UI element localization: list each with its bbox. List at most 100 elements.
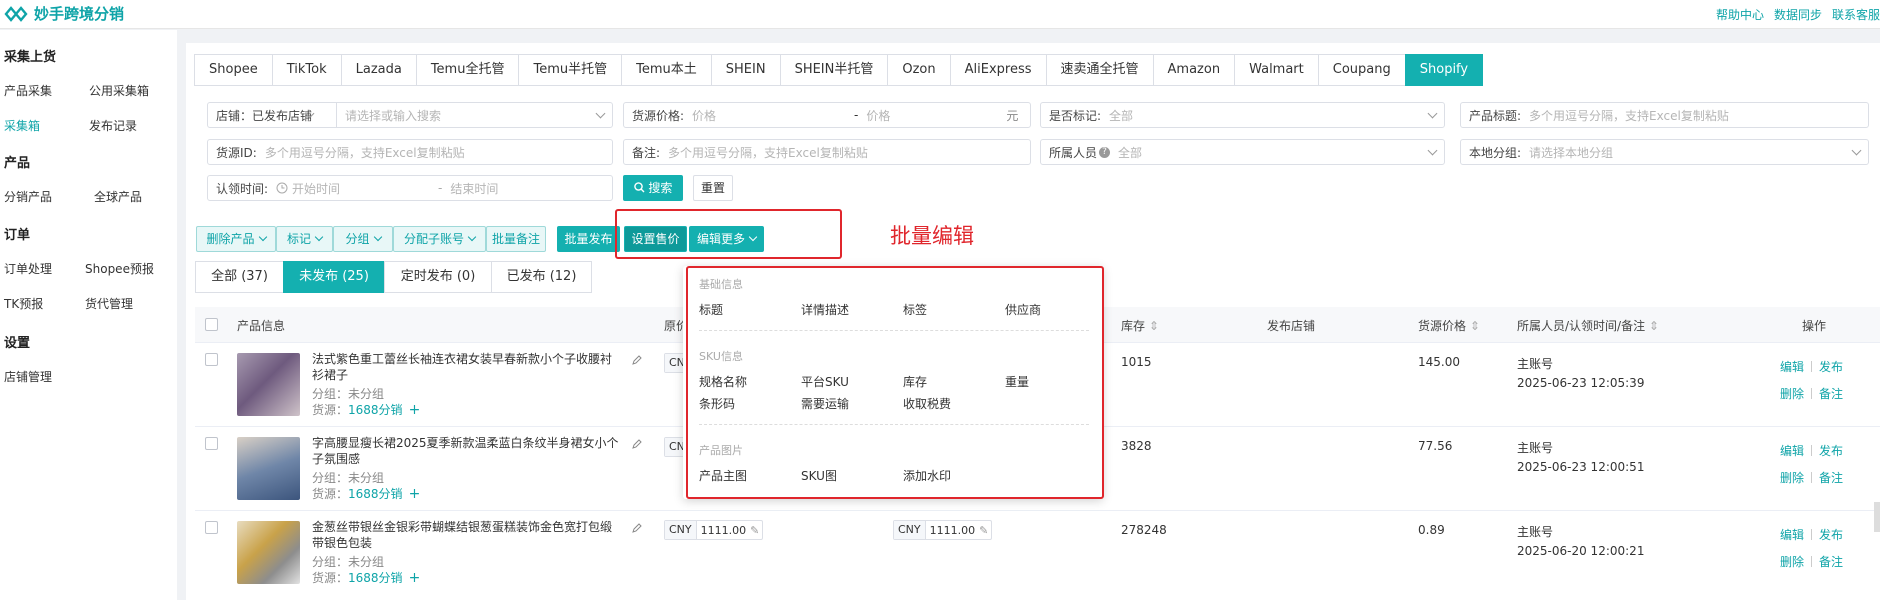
plus-icon[interactable]: + xyxy=(409,486,421,502)
price-input[interactable]: CNY 1111.00 ✎ xyxy=(664,520,764,540)
reset-button[interactable]: 重置 xyxy=(693,175,733,201)
source-link[interactable]: 1688分销 xyxy=(348,571,403,585)
publish-link[interactable]: 发布 xyxy=(1819,526,1843,543)
help-center-link[interactable]: 帮助中心 xyxy=(1716,6,1764,23)
product-thumbnail[interactable] xyxy=(237,437,300,500)
product-title[interactable]: 法式紫色重工蕾丝长袖连衣裙女装早春新款小个子收腰衬衫裙子 xyxy=(312,351,622,383)
publish-link[interactable]: 发布 xyxy=(1819,358,1843,375)
remark-link[interactable]: 备注 xyxy=(1819,385,1843,402)
batch-publish-button[interactable]: 批量发布 xyxy=(557,226,620,252)
edit-link[interactable]: 编辑 xyxy=(1780,442,1804,459)
pencil-icon[interactable] xyxy=(632,355,642,365)
tab-ozon[interactable]: Ozon xyxy=(887,54,951,86)
price-unit: 元 xyxy=(1006,108,1019,123)
tab-temu-local[interactable]: Temu本土 xyxy=(621,54,712,86)
assign-subaccount-button[interactable]: 分配子账号 xyxy=(393,226,486,252)
header-source-price[interactable]: 货源价格 ⇕ xyxy=(1418,317,1480,334)
store-select[interactable]: 店铺：已发布店铺 请选择或输入搜索 xyxy=(207,102,613,128)
status-tab-unpublished[interactable]: 未发布 (25) xyxy=(283,261,385,293)
sidebar-item-forwarder[interactable]: 货代管理 xyxy=(85,295,133,312)
remark-input[interactable]: 备注: 多个用逗号分隔，支持Excel复制粘贴 xyxy=(623,139,1031,165)
marked-label: 是否标记: xyxy=(1049,108,1102,123)
sidebar-item-order-process[interactable]: 订单处理 xyxy=(4,260,52,277)
edit-link[interactable]: 编辑 xyxy=(1780,526,1804,543)
row-checkbox[interactable] xyxy=(205,437,218,450)
product-title[interactable]: 字高腰显瘦长裙2025夏季新款温柔蓝白条纹半身裙女小个子氛围感 xyxy=(312,435,622,467)
status-tab-published[interactable]: 已发布 (12) xyxy=(491,261,592,293)
status-tab-all[interactable]: 全部 (37) xyxy=(195,261,284,293)
header-owner[interactable]: 所属人员/认领时间/备注 ⇕ xyxy=(1517,317,1659,334)
sidebar-item-store-manage[interactable]: 店铺管理 xyxy=(4,368,52,385)
local-group-select[interactable]: 本地分组: 请选择本地分组 xyxy=(1460,139,1869,165)
tab-shopify[interactable]: Shopify xyxy=(1404,54,1484,86)
sidebar-item-public-box[interactable]: 公用采集箱 xyxy=(89,82,149,99)
owner-select[interactable]: 所属人员 ? 全部 xyxy=(1040,139,1445,165)
tab-walmart[interactable]: Walmart xyxy=(1234,54,1319,86)
mark-button[interactable]: 标记 xyxy=(276,226,333,252)
sidebar-item-distribution[interactable]: 分销产品 xyxy=(4,188,52,205)
tab-aliexpress[interactable]: AliExpress xyxy=(949,54,1047,86)
contact-support-link[interactable]: 联系客服 xyxy=(1832,6,1880,23)
remark-link[interactable]: 备注 xyxy=(1819,553,1843,570)
chevron-down-icon xyxy=(467,232,477,242)
product-title[interactable]: 金葱丝带银丝金银彩带蝴蝶结银葱蛋糕装饰金色宽打包缎带银色包装 xyxy=(312,519,622,551)
sidebar-item-shopee-forecast[interactable]: Shopee预报 xyxy=(85,260,154,277)
tab-coupang[interactable]: Coupang xyxy=(1317,54,1406,86)
product-thumbnail[interactable] xyxy=(237,353,300,416)
plus-icon[interactable]: + xyxy=(409,402,421,418)
sidebar-item-collect-box[interactable]: 采集箱 xyxy=(4,117,40,134)
plus-icon[interactable]: + xyxy=(409,570,421,586)
tab-temu-semi[interactable]: Temu半托管 xyxy=(518,54,623,86)
group-button[interactable]: 分组 xyxy=(333,226,393,252)
tab-amazon[interactable]: Amazon xyxy=(1152,54,1236,86)
source-link[interactable]: 1688分销 xyxy=(348,487,403,501)
sidebar: 采集上货 产品采集 公用采集箱 采集箱 发布记录 产品 分销产品 全球产品 订单… xyxy=(0,30,177,600)
select-all-checkbox[interactable] xyxy=(205,318,218,331)
search-button[interactable]: 搜索 xyxy=(623,175,683,201)
claim-time-range[interactable]: 认领时间: 开始时间 - 结束时间 xyxy=(207,175,613,201)
store-label: 店铺：已发布店铺 xyxy=(216,108,313,123)
edit-link[interactable]: 编辑 xyxy=(1780,358,1804,375)
sidebar-item-publish-record[interactable]: 发布记录 xyxy=(89,117,137,134)
app-logo[interactable]: 妙手跨境分销 xyxy=(4,3,124,24)
row-checkbox[interactable] xyxy=(205,521,218,534)
marked-select[interactable]: 是否标记: 全部 xyxy=(1040,102,1445,128)
remark-link[interactable]: 备注 xyxy=(1819,469,1843,486)
source-id-input[interactable]: 货源ID: 多个用逗号分隔，支持Excel复制粘贴 xyxy=(207,139,613,165)
delete-link[interactable]: 删除 xyxy=(1780,385,1804,402)
tab-lazada[interactable]: Lazada xyxy=(340,54,417,86)
status-tab-scheduled[interactable]: 定时发布 (0) xyxy=(384,261,492,293)
data-sync-link[interactable]: 数据同步 xyxy=(1774,6,1822,23)
pencil-icon[interactable] xyxy=(632,523,642,533)
tab-shein[interactable]: SHEIN xyxy=(710,54,781,86)
highlight-box-dropdown xyxy=(686,266,1104,499)
tab-tiktok[interactable]: TikTok xyxy=(271,54,342,86)
scrollbar[interactable] xyxy=(1874,502,1880,532)
tab-temu-full[interactable]: Temu全托管 xyxy=(415,54,520,86)
sidebar-item-tk-forecast[interactable]: TK预报 xyxy=(4,295,43,312)
sidebar-item-product-collect[interactable]: 产品采集 xyxy=(4,82,52,99)
source-link[interactable]: 1688分销 xyxy=(348,403,403,417)
delete-link[interactable]: 删除 xyxy=(1780,553,1804,570)
row-checkbox[interactable] xyxy=(205,353,218,366)
help-icon[interactable]: ? xyxy=(1099,146,1111,158)
tab-shein-semi[interactable]: SHEIN半托管 xyxy=(779,54,889,86)
title-input[interactable]: 产品标题: 多个用逗号分隔，支持Excel复制粘贴 xyxy=(1460,102,1869,128)
delete-products-button[interactable]: 删除产品 xyxy=(196,226,276,252)
pencil-icon[interactable] xyxy=(632,439,642,449)
product-thumbnail[interactable] xyxy=(237,521,300,584)
highlight-box-batch-edit xyxy=(615,209,842,259)
header-stock[interactable]: 库存 ⇕ xyxy=(1121,317,1159,334)
price-input[interactable]: CNY 1111.00 ✎ xyxy=(893,520,993,540)
price-range-input[interactable]: 货源价格: 价格 - 价格 元 xyxy=(623,102,1031,128)
tab-shopee[interactable]: Shopee xyxy=(194,54,273,86)
tab-aliexpress-full[interactable]: 速卖通全托管 xyxy=(1045,54,1154,86)
sidebar-item-global[interactable]: 全球产品 xyxy=(94,188,142,205)
delete-link[interactable]: 删除 xyxy=(1780,469,1804,486)
chevron-down-icon xyxy=(595,108,606,119)
local-group-label: 本地分组: xyxy=(1469,145,1522,160)
publish-link[interactable]: 发布 xyxy=(1819,442,1843,459)
assign-label: 分配子账号 xyxy=(403,232,464,246)
top-links: 帮助中心 数据同步 联系客服 xyxy=(1716,6,1880,23)
batch-remark-button[interactable]: 批量备注 xyxy=(486,226,546,252)
